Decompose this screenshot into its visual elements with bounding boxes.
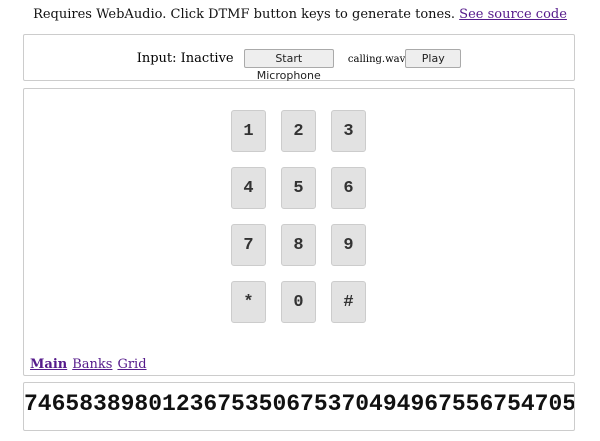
dialed-digits: 7465838980123675350675370494967556754705… <box>24 391 575 417</box>
dtmf-key[interactable]: 7 <box>231 224 266 266</box>
dtmf-key[interactable]: 5 <box>281 167 316 209</box>
dtmf-key[interactable]: 8 <box>281 224 316 266</box>
output-panel: 7465838980123675350675370494967556754705… <box>23 382 575 431</box>
dtmf-key[interactable]: 3 <box>331 110 366 152</box>
header-text: Requires WebAudio. Click DTMF button key… <box>0 7 600 22</box>
input-panel: Input: Inactive Start Microphone calling… <box>23 34 575 82</box>
dtmf-key[interactable]: # <box>331 281 366 323</box>
start-microphone-button[interactable]: Start Microphone <box>243 49 334 82</box>
dtmf-key[interactable]: 4 <box>231 167 266 209</box>
play-button[interactable]: Play <box>405 49 462 68</box>
source-code-link[interactable]: See source code <box>459 7 567 22</box>
keypad-panel: 1 2 3 4 5 6 7 8 9 * 0 # Main Banks Grid <box>23 88 575 376</box>
tab-links: Main Banks Grid <box>30 357 152 372</box>
dtmf-key[interactable]: 0 <box>281 281 316 323</box>
tab-main[interactable]: Main <box>30 357 67 372</box>
dtmf-key[interactable]: 2 <box>281 110 316 152</box>
tab-grid[interactable]: Grid <box>117 357 146 372</box>
dtmf-key[interactable]: * <box>231 281 266 323</box>
dtmf-key[interactable]: 9 <box>331 224 366 266</box>
dtmf-key[interactable]: 1 <box>231 110 266 152</box>
header-description: Requires WebAudio. Click DTMF button key… <box>33 7 456 22</box>
audio-file-label: calling.wav <box>347 54 406 65</box>
input-status: Input: Inactive <box>136 51 234 66</box>
tab-banks[interactable]: Banks <box>72 357 112 372</box>
dtmf-key[interactable]: 6 <box>331 167 366 209</box>
